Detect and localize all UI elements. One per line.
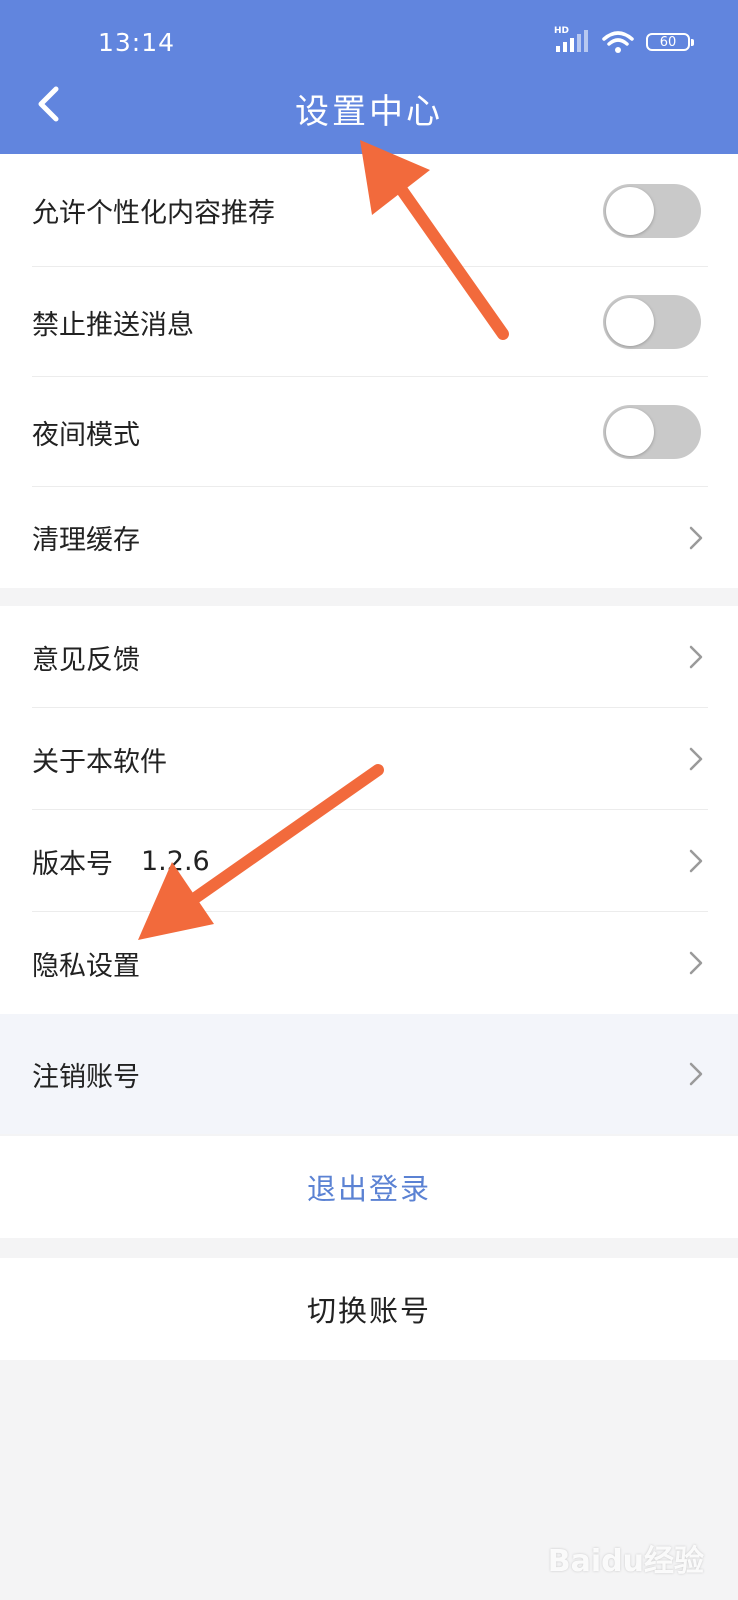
row-clear-cache[interactable]: 清理缓存	[0, 487, 738, 588]
chevron-right-icon	[689, 645, 703, 669]
status-icons: HD 60	[554, 26, 694, 54]
row-night-mode: 夜间模式	[0, 377, 738, 487]
row-privacy-settings[interactable]: 隐私设置	[0, 912, 738, 1014]
battery-icon: 60	[646, 33, 694, 51]
row-label: 清理缓存	[32, 525, 140, 556]
row-disable-push: 禁止推送消息	[0, 267, 738, 377]
switch-account-button[interactable]: 切换账号	[0, 1258, 738, 1360]
chevron-right-icon	[689, 1062, 703, 1086]
chevron-right-icon	[689, 951, 703, 975]
row-feedback[interactable]: 意见反馈	[0, 606, 738, 708]
settings-group-about: 意见反馈 关于本软件 版本号 1.2.6 隐私设置 注销账号	[0, 606, 738, 1134]
settings-group-general: 允许个性化内容推荐 禁止推送消息 夜间模式 清理缓存	[0, 154, 738, 588]
night-mode-toggle[interactable]	[603, 405, 701, 459]
chevron-right-icon	[689, 747, 703, 771]
row-label: 关于本软件	[32, 746, 167, 778]
version-number: 1.2.6	[141, 845, 210, 877]
battery-level: 60	[659, 34, 677, 50]
toggle-knob	[606, 298, 654, 346]
status-time: 13:14	[98, 28, 176, 57]
chevron-right-icon	[689, 526, 703, 549]
row-label: 夜间模式	[32, 419, 140, 451]
row-label: 注销账号	[32, 1061, 140, 1093]
row-label: 禁止推送消息	[32, 309, 194, 341]
row-personalized-recommendation: 允许个性化内容推荐	[0, 154, 738, 267]
toggle-knob	[606, 408, 654, 456]
wifi-icon	[602, 31, 634, 53]
row-label: 隐私设置	[32, 950, 140, 982]
personalized-recommendation-toggle[interactable]	[603, 183, 701, 238]
row-label: 允许个性化内容推荐	[32, 198, 275, 229]
disable-push-toggle[interactable]	[603, 295, 701, 349]
page-title: 设置中心	[295, 92, 443, 132]
row-label: 意见反馈	[32, 644, 140, 676]
battery-tip	[691, 39, 694, 46]
chevron-right-icon	[689, 849, 703, 873]
signal-icon: HD	[554, 26, 590, 54]
row-label: 版本号	[32, 848, 113, 880]
row-about[interactable]: 关于本软件	[0, 708, 738, 810]
row-delete-account[interactable]: 注销账号	[0, 1014, 738, 1134]
toggle-knob	[606, 186, 654, 235]
baidu-watermark: Baidu经验	[547, 1544, 704, 1579]
row-version[interactable]: 版本号 1.2.6	[0, 810, 738, 912]
logout-button[interactable]: 退出登录	[0, 1136, 738, 1238]
header-bar: 13:14 HD 60 设置中心	[0, 0, 738, 154]
network-type-label: HD	[554, 26, 570, 36]
